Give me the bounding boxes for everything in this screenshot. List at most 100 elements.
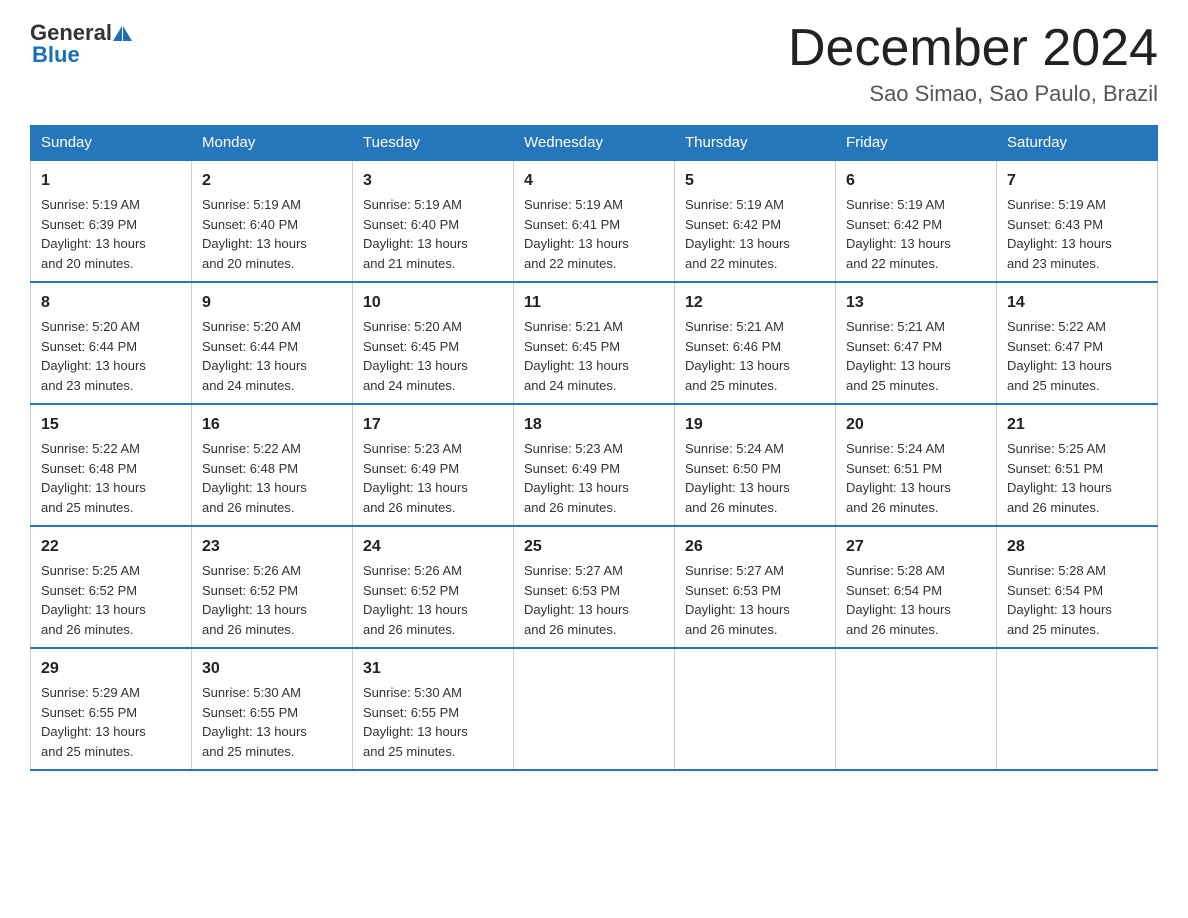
logo-blue-text: Blue — [32, 42, 80, 67]
day-number: 9 — [202, 291, 342, 315]
cell-info: Sunrise: 5:30 AMSunset: 6:55 PMDaylight:… — [363, 683, 503, 761]
day-number: 10 — [363, 291, 503, 315]
calendar-week-row: 1Sunrise: 5:19 AMSunset: 6:39 PMDaylight… — [31, 160, 1158, 282]
calendar-week-row: 22Sunrise: 5:25 AMSunset: 6:52 PMDayligh… — [31, 526, 1158, 648]
cell-info: Sunrise: 5:26 AMSunset: 6:52 PMDaylight:… — [202, 561, 342, 639]
day-number: 14 — [1007, 291, 1147, 315]
cell-info: Sunrise: 5:21 AMSunset: 6:45 PMDaylight:… — [524, 317, 664, 395]
day-number: 13 — [846, 291, 986, 315]
day-number: 18 — [524, 413, 664, 437]
day-number: 6 — [846, 169, 986, 193]
calendar-week-row: 8Sunrise: 5:20 AMSunset: 6:44 PMDaylight… — [31, 282, 1158, 404]
day-number: 26 — [685, 535, 825, 559]
day-number: 7 — [1007, 169, 1147, 193]
cell-info: Sunrise: 5:22 AMSunset: 6:47 PMDaylight:… — [1007, 317, 1147, 395]
day-number: 17 — [363, 413, 503, 437]
calendar-cell: 15Sunrise: 5:22 AMSunset: 6:48 PMDayligh… — [31, 404, 192, 526]
day-number: 25 — [524, 535, 664, 559]
calendar-cell: 9Sunrise: 5:20 AMSunset: 6:44 PMDaylight… — [192, 282, 353, 404]
day-number: 5 — [685, 169, 825, 193]
calendar-cell: 3Sunrise: 5:19 AMSunset: 6:40 PMDaylight… — [353, 160, 514, 282]
cell-info: Sunrise: 5:19 AMSunset: 6:40 PMDaylight:… — [202, 195, 342, 273]
day-number: 20 — [846, 413, 986, 437]
day-number: 27 — [846, 535, 986, 559]
calendar-cell: 11Sunrise: 5:21 AMSunset: 6:45 PMDayligh… — [514, 282, 675, 404]
day-number: 1 — [41, 169, 181, 193]
calendar-table: SundayMondayTuesdayWednesdayThursdayFrid… — [30, 125, 1158, 771]
day-number: 29 — [41, 657, 181, 681]
cell-info: Sunrise: 5:19 AMSunset: 6:40 PMDaylight:… — [363, 195, 503, 273]
cell-info: Sunrise: 5:28 AMSunset: 6:54 PMDaylight:… — [1007, 561, 1147, 639]
day-header-friday: Friday — [836, 126, 997, 161]
calendar-cell: 14Sunrise: 5:22 AMSunset: 6:47 PMDayligh… — [997, 282, 1158, 404]
cell-info: Sunrise: 5:24 AMSunset: 6:51 PMDaylight:… — [846, 439, 986, 517]
calendar-cell: 28Sunrise: 5:28 AMSunset: 6:54 PMDayligh… — [997, 526, 1158, 648]
cell-info: Sunrise: 5:20 AMSunset: 6:44 PMDaylight:… — [202, 317, 342, 395]
day-number: 16 — [202, 413, 342, 437]
cell-info: Sunrise: 5:29 AMSunset: 6:55 PMDaylight:… — [41, 683, 181, 761]
calendar-week-row: 15 Sunrise: 5:22 AMSunset: 6:48 PMDayligh… — [31, 404, 1158, 526]
calendar-week-row: 29Sunrise: 5:29 AMSunset: 6:55 PMDayligh… — [31, 648, 1158, 770]
cell-info: Sunrise: 5:28 AMSunset: 6:54 PMDaylight:… — [846, 561, 986, 639]
day-number: 3 — [363, 169, 503, 193]
calendar-cell: 26Sunrise: 5:27 AMSunset: 6:53 PMDayligh… — [675, 526, 836, 648]
cell-info: Sunrise: 5:25 AMSunset: 6:51 PMDaylight:… — [1007, 439, 1147, 517]
cell-info: Sunrise: 5:21 AMSunset: 6:47 PMDaylight:… — [846, 317, 986, 395]
cell-info: Sunrise: 5:25 AMSunset: 6:52 PMDaylight:… — [41, 561, 181, 639]
calendar-cell: 13Sunrise: 5:21 AMSunset: 6:47 PMDayligh… — [836, 282, 997, 404]
cell-info: Sunrise: 5:19 AMSunset: 6:41 PMDaylight:… — [524, 195, 664, 273]
cell-info: Sunrise: 5:23 AMSunset: 6:49 PMDaylight:… — [363, 439, 503, 517]
calendar-cell: 20Sunrise: 5:24 AMSunset: 6:51 PMDayligh… — [836, 404, 997, 526]
cell-info: Sunrise: 5:30 AMSunset: 6:55 PMDaylight:… — [202, 683, 342, 761]
calendar-cell: 25Sunrise: 5:27 AMSunset: 6:53 PMDayligh… — [514, 526, 675, 648]
month-title: December 2024 — [788, 20, 1158, 77]
cell-info: Sunrise: 5:19 AMSunset: 6:42 PMDaylight:… — [846, 195, 986, 273]
day-header-monday: Monday — [192, 126, 353, 161]
cell-info: Sunrise: 5:24 AMSunset: 6:50 PMDaylight:… — [685, 439, 825, 517]
day-number: 24 — [363, 535, 503, 559]
cell-info: Sunrise: 5:27 AMSunset: 6:53 PMDaylight:… — [685, 561, 825, 639]
cell-info: Sunrise: 5:19 AMSunset: 6:42 PMDaylight:… — [685, 195, 825, 273]
day-number: 15 — [41, 413, 181, 437]
calendar-cell: 10Sunrise: 5:20 AMSunset: 6:45 PMDayligh… — [353, 282, 514, 404]
cell-info: Sunrise: 5:19 AMSunset: 6:43 PMDaylight:… — [1007, 195, 1147, 273]
calendar-cell: 30Sunrise: 5:30 AMSunset: 6:55 PMDayligh… — [192, 648, 353, 770]
calendar-cell — [997, 648, 1158, 770]
calendar-cell: 31Sunrise: 5:30 AMSunset: 6:55 PMDayligh… — [353, 648, 514, 770]
day-header-saturday: Saturday — [997, 126, 1158, 161]
calendar-cell — [675, 648, 836, 770]
cell-info: Sunrise: 5:19 AMSunset: 6:39 PMDaylight:… — [41, 195, 181, 273]
cell-info: Sunrise: 5:20 AMSunset: 6:45 PMDaylight:… — [363, 317, 503, 395]
day-number: 22 — [41, 535, 181, 559]
calendar-cell: 4Sunrise: 5:19 AMSunset: 6:41 PMDaylight… — [514, 160, 675, 282]
calendar-cell: 17Sunrise: 5:23 AMSunset: 6:49 PMDayligh… — [353, 404, 514, 526]
logo-area: General Blue — [30, 20, 132, 68]
day-number: 23 — [202, 535, 342, 559]
day-header-wednesday: Wednesday — [514, 126, 675, 161]
calendar-cell: 22Sunrise: 5:25 AMSunset: 6:52 PMDayligh… — [31, 526, 192, 648]
calendar-cell: 1Sunrise: 5:19 AMSunset: 6:39 PMDaylight… — [31, 160, 192, 282]
cell-info: Sunrise: 5:23 AMSunset: 6:49 PMDaylight:… — [524, 439, 664, 517]
calendar-cell: 21Sunrise: 5:25 AMSunset: 6:51 PMDayligh… — [997, 404, 1158, 526]
day-number: 2 — [202, 169, 342, 193]
calendar-header-row: SundayMondayTuesdayWednesdayThursdayFrid… — [31, 126, 1158, 161]
calendar-cell — [514, 648, 675, 770]
day-header-tuesday: Tuesday — [353, 126, 514, 161]
title-area: December 2024 Sao Simao, Sao Paulo, Braz… — [788, 20, 1158, 107]
location-subtitle: Sao Simao, Sao Paulo, Brazil — [788, 81, 1158, 107]
cell-info: Sunrise: 5:20 AMSunset: 6:44 PMDaylight:… — [41, 317, 181, 395]
day-number: 12 — [685, 291, 825, 315]
day-number: 28 — [1007, 535, 1147, 559]
calendar-cell: 27Sunrise: 5:28 AMSunset: 6:54 PMDayligh… — [836, 526, 997, 648]
calendar-cell: 24Sunrise: 5:26 AMSunset: 6:52 PMDayligh… — [353, 526, 514, 648]
calendar-cell: 23Sunrise: 5:26 AMSunset: 6:52 PMDayligh… — [192, 526, 353, 648]
cell-info: Sunrise: 5:27 AMSunset: 6:53 PMDaylight:… — [524, 561, 664, 639]
day-number: 19 — [685, 413, 825, 437]
calendar-cell: 7Sunrise: 5:19 AMSunset: 6:43 PMDaylight… — [997, 160, 1158, 282]
day-number: 21 — [1007, 413, 1147, 437]
cell-info: Sunrise: 5:21 AMSunset: 6:46 PMDaylight:… — [685, 317, 825, 395]
day-number: 30 — [202, 657, 342, 681]
calendar-cell — [836, 648, 997, 770]
cell-info: Sunrise: 5:22 AMSunset: 6:48 PMDaylight:… — [202, 439, 342, 517]
calendar-cell: 19Sunrise: 5:24 AMSunset: 6:50 PMDayligh… — [675, 404, 836, 526]
